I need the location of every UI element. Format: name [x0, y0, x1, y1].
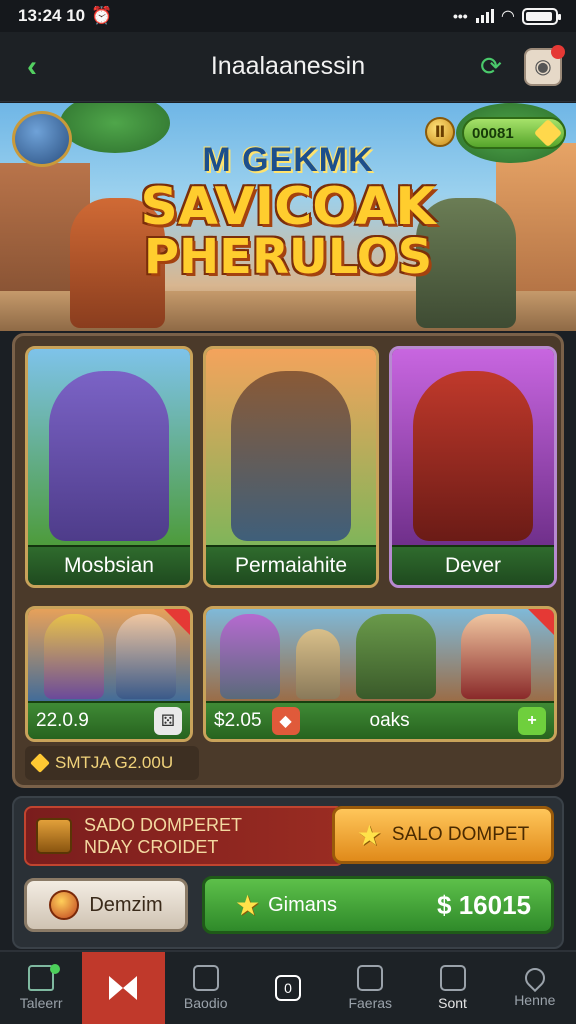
nav-item-henne[interactable]: Henne [494, 952, 576, 1024]
status-time: 13:24 10 [18, 6, 86, 25]
character-figure [231, 371, 351, 541]
character-figure [220, 614, 280, 699]
app-bar: ‹ Inaalaanessin ⟳ ◉ [0, 32, 576, 102]
chevron-left-icon: ‹ [27, 49, 37, 83]
bundle-label: oaks [369, 710, 410, 731]
bundle-card[interactable]: $2.05 ◆ oaks + [203, 606, 557, 742]
nav-item-active[interactable] [82, 952, 165, 1024]
buy-gems-price: $ 16015 [437, 889, 531, 920]
nav-item-baodio[interactable]: Baodio [165, 952, 247, 1024]
location-pin-icon [520, 963, 549, 993]
nav-item-center[interactable]: 0 [247, 952, 329, 1024]
character-card[interactable]: Permaiahite [203, 346, 379, 588]
bundle-price: $2.05 [214, 710, 262, 731]
notification-dot [551, 44, 565, 59]
nav-item-faeras[interactable]: Faeras [329, 952, 411, 1024]
character-art [28, 349, 190, 547]
sale-ribbon [164, 609, 190, 635]
currency-pill[interactable]: 00081 [462, 117, 566, 149]
buy-gems-label: Gimans [268, 893, 338, 916]
medal-icon [49, 890, 80, 920]
refresh-button[interactable]: ⟳ [472, 48, 510, 86]
character-figure [49, 371, 169, 541]
character-card[interactable]: Mosbsian [25, 346, 193, 588]
secondary-button-label: Demzim [89, 893, 163, 916]
nav-label: Faeras [348, 995, 393, 1011]
status-bar: 13:24 10 ⏰ ••• ◠ [0, 0, 576, 32]
avatar-icon: ◉ [534, 56, 552, 78]
character-art [206, 349, 376, 547]
star-icon: ★ [235, 889, 261, 921]
profile-button[interactable]: ◉ [524, 44, 565, 86]
character-grid: Mosbsian Permaiahite Dever 22.0.9 ⚄ $2.0… [12, 333, 564, 788]
coin-icon: Ⅱ [434, 124, 446, 141]
notification-dot [50, 964, 61, 974]
offer-strip[interactable]: SMTJA G2.00U [25, 746, 199, 780]
character-figure [461, 614, 531, 699]
house-icon: 0 [274, 975, 301, 1001]
add-icon[interactable]: + [518, 707, 546, 735]
bundle-art [206, 609, 554, 703]
bowtie-icon [109, 976, 138, 1000]
promo-button-label: SALO DOMPET [391, 824, 530, 845]
character-card[interactable]: Dever [389, 346, 557, 588]
promo-panel: SADO DOMPERET NDAY CROIDET ★ SALO DOMPET… [12, 796, 564, 949]
gift-icon [357, 965, 384, 991]
nav-item-sont[interactable]: Sont [411, 952, 493, 1024]
character-figure [356, 614, 436, 699]
promo-line2: NDAY CROIDET [84, 837, 219, 857]
coin-button[interactable]: Ⅱ [425, 117, 455, 147]
refresh-icon: ⟳ [480, 51, 502, 81]
nav-label: Sont [438, 995, 467, 1011]
character-figure [413, 371, 533, 541]
nav-label: Henne [514, 992, 556, 1008]
bundle-bar: 22.0.9 ⚄ [28, 701, 190, 739]
promo-line1: SADO DOMPERET [84, 815, 243, 835]
nav-label: Taleerr [19, 995, 63, 1011]
offer-label: SMTJA G2.00U [55, 753, 174, 772]
bottom-nav: Taleerr Baodio 0 Faeras Sont Henne [0, 950, 576, 1024]
sale-ribbon [528, 609, 554, 635]
alarm-icon: ⏰ [91, 6, 113, 25]
signal-icon [475, 9, 494, 23]
bundle-bar: $2.05 ◆ oaks + [206, 701, 554, 739]
bundle-price: 22.0.9 [36, 710, 89, 731]
gem-icon: ◆ [271, 707, 300, 735]
character-figure [296, 629, 340, 699]
promo-banner[interactable]: SADO DOMPERET NDAY CROIDET [24, 806, 344, 866]
character-name: Mosbsian [28, 545, 190, 585]
character-name: Dever [392, 545, 554, 585]
radio-icon [192, 965, 219, 991]
secondary-button[interactable]: Demzim [24, 878, 188, 932]
star-icon: ★ [356, 819, 382, 851]
nav-item-home[interactable]: Taleerr [0, 952, 82, 1024]
back-button[interactable]: ‹ [14, 49, 50, 85]
gem-icon [30, 753, 50, 773]
wifi-icon: ◠ [501, 8, 514, 25]
currency-value: 00081 [472, 124, 514, 142]
chat-icon [439, 965, 466, 991]
nav-label: Baodio [183, 995, 228, 1011]
overflow-icon: ••• [452, 8, 468, 24]
battery-icon [522, 7, 561, 25]
chest-icon [36, 818, 72, 854]
hero-title-line2: PHERULOS [143, 229, 433, 285]
promo-button[interactable]: ★ SALO DOMPET [332, 806, 554, 864]
character-figure [44, 614, 104, 699]
hero-title-line1: SAVICOAK [140, 177, 436, 237]
buy-gems-button[interactable]: ★ Gimans $ 16015 [202, 876, 554, 934]
add-currency-icon[interactable] [533, 118, 563, 148]
character-art [392, 349, 554, 547]
bundle-card[interactable]: 22.0.9 ⚄ [25, 606, 193, 742]
character-name: Permaiahite [206, 545, 376, 585]
dice-icon[interactable]: ⚄ [154, 707, 182, 735]
